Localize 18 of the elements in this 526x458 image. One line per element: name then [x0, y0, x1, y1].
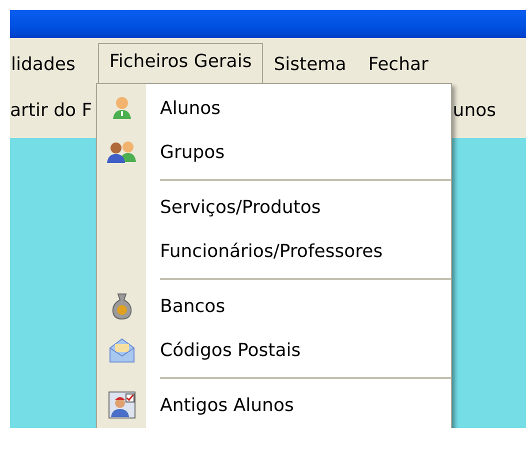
menu-option[interactable]: Funcionários/Professores — [160, 240, 383, 262]
menu-item[interactable]: Fechar — [357, 54, 440, 83]
toolbar-label[interactable]: artir do F — [10, 100, 92, 121]
toolbar-label[interactable]: unos — [452, 100, 496, 121]
envelope-icon — [108, 336, 136, 364]
menu-item[interactable]: lidades — [10, 54, 86, 83]
menu-option[interactable]: Grupos — [160, 142, 225, 162]
person-icon — [110, 96, 132, 120]
menu-option[interactable]: Alunos — [160, 98, 221, 118]
menu-option[interactable]: Antigos Alunos — [160, 394, 294, 416]
menu-item[interactable]: Ficheiros Gerais — [98, 43, 263, 83]
menu-option[interactable]: Códigos Postais — [160, 340, 301, 360]
people-icon — [106, 140, 138, 164]
contact-card-icon — [108, 391, 136, 419]
menu-item[interactable]: Sistema — [262, 54, 358, 83]
menu-option[interactable]: Serviços/Produtos — [160, 196, 321, 218]
money-bag-icon — [110, 292, 132, 320]
menu-option[interactable]: Bancos — [160, 296, 226, 316]
